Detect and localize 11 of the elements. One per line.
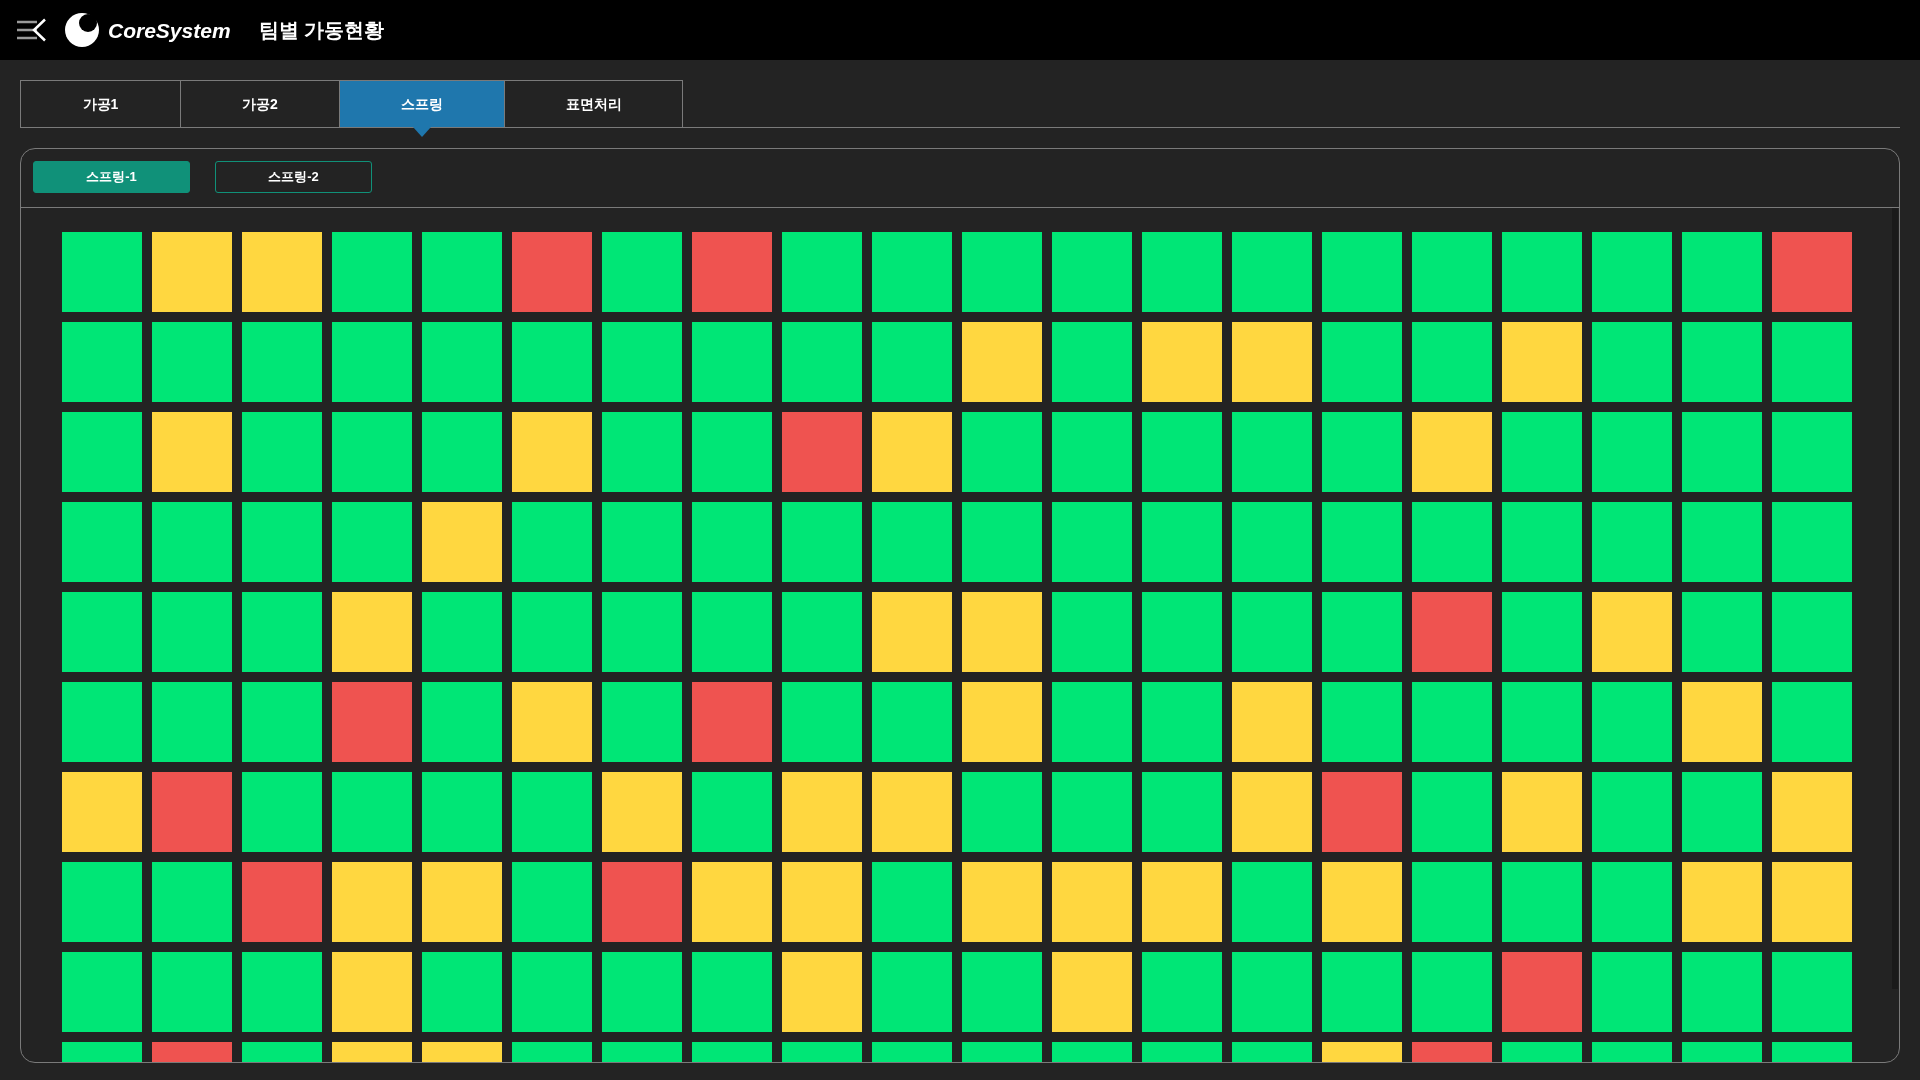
sub-tab[interactable]: 스프링-1	[33, 161, 190, 193]
tab[interactable]: 표면처리	[504, 80, 683, 127]
menu-icon[interactable]	[17, 18, 47, 42]
tab[interactable]: 가공1	[20, 80, 180, 127]
sub-tab[interactable]: 스프링-2	[215, 161, 372, 193]
tab-pointer-icon	[412, 127, 431, 137]
logo-text: CoreSystem	[108, 19, 231, 41]
crescent-logo-icon	[65, 13, 99, 47]
scrollbar[interactable]	[1892, 208, 1898, 989]
tab[interactable]: 스프링	[339, 80, 504, 127]
page-title: 팀별 가동현황	[258, 20, 385, 40]
